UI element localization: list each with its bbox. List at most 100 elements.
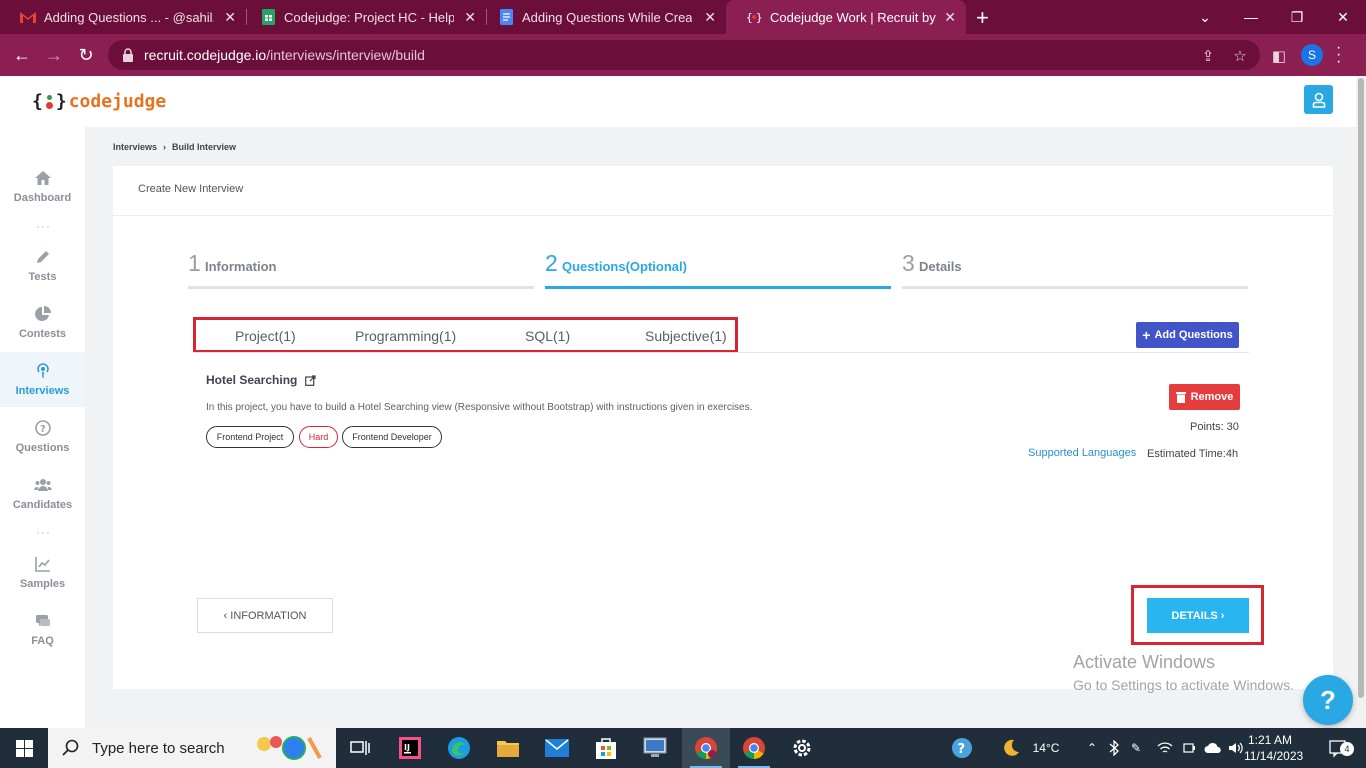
profile-avatar[interactable]: S xyxy=(1301,44,1323,66)
close-tab-icon[interactable]: ✕ xyxy=(224,9,236,26)
tag-frontend-developer: Frontend Developer xyxy=(342,426,442,448)
sidebar-item-tests[interactable]: Tests xyxy=(0,238,85,293)
restore-icon[interactable]: ❐ xyxy=(1274,0,1320,34)
pencil-icon xyxy=(36,251,49,263)
tab-project[interactable]: Project(1) xyxy=(235,328,296,344)
browser-tab-gmail[interactable]: Adding Questions ... - @sahil.sau ✕ xyxy=(0,0,246,34)
sidebar-item-questions[interactable]: ? Questions xyxy=(0,409,85,464)
onedrive-cloud-icon[interactable] xyxy=(1202,728,1224,768)
notifications-icon[interactable]: 4 xyxy=(1318,728,1358,768)
sidebar-item-dashboard[interactable]: Dashboard xyxy=(0,159,85,214)
share-icon[interactable]: ⇪ xyxy=(1199,47,1217,65)
windows-taskbar: Type here to search IJ ? 14°C ⌃ ✎ 1:21 A… xyxy=(0,728,1366,768)
wifi-icon[interactable] xyxy=(1155,728,1175,768)
codejudge-icon: {} xyxy=(746,9,762,25)
tag-frontend-project: Frontend Project xyxy=(206,426,294,448)
sidebar: Dashboard ··· Tests Contests Interviews … xyxy=(0,127,85,728)
trash-icon xyxy=(1175,392,1186,403)
browser-tab-codejudge[interactable]: {} Codejudge Work | Recruit by Re ✕ xyxy=(726,0,966,34)
remove-button[interactable]: Remove xyxy=(1169,384,1240,410)
home-icon xyxy=(34,171,51,185)
new-tab-icon[interactable]: + xyxy=(976,5,989,31)
scrollbar-thumb[interactable] xyxy=(1358,78,1364,698)
taskbar-clock[interactable]: 1:21 AM 11/14/2023 xyxy=(1244,732,1303,764)
weather-moon-icon[interactable] xyxy=(996,728,1026,768)
sidebar-separator: ··· xyxy=(36,525,51,539)
sidebar-item-candidates[interactable]: Candidates xyxy=(0,466,85,521)
pen-icon[interactable]: ✎ xyxy=(1128,728,1144,768)
close-tab-icon[interactable]: ✕ xyxy=(944,9,956,26)
supported-languages-link[interactable]: Supported Languages xyxy=(1028,447,1136,459)
battery-icon[interactable] xyxy=(1180,728,1198,768)
breadcrumb-separator: › xyxy=(163,142,167,152)
step-progress-bar xyxy=(188,286,534,289)
sidebar-item-faq[interactable]: FAQ xyxy=(0,602,85,657)
app-header: { } codejudge xyxy=(0,76,1356,127)
question-circle-icon: ? xyxy=(34,420,51,436)
more-menu-icon[interactable]: · · · xyxy=(1336,40,1341,70)
browser-tab-docs[interactable]: Adding Questions While Creatin ✕ xyxy=(478,0,726,34)
sidebar-item-samples[interactable]: Samples xyxy=(0,545,85,600)
side-panel-icon[interactable]: ◧ xyxy=(1270,47,1288,65)
minimize-icon[interactable]: — xyxy=(1228,0,1274,34)
sidebar-item-contests[interactable]: Contests xyxy=(0,295,85,350)
pie-chart-icon xyxy=(34,306,51,321)
file-explorer-icon[interactable] xyxy=(484,728,532,768)
close-tab-icon[interactable]: ✕ xyxy=(464,9,476,26)
add-questions-button[interactable]: + Add Questions xyxy=(1136,322,1239,348)
chrome-profile-icon[interactable] xyxy=(682,728,730,768)
remote-desktop-icon[interactable] xyxy=(631,728,679,768)
windows-start-button[interactable] xyxy=(0,728,48,768)
address-bar[interactable]: recruit.codejudge.io /interviews/intervi… xyxy=(108,40,1260,70)
intellij-icon[interactable]: IJ xyxy=(386,728,434,768)
browser-toolbar: ← → ↻ recruit.codejudge.io /interviews/i… xyxy=(0,34,1366,76)
chevron-up-icon[interactable]: ⌃ xyxy=(1084,728,1100,768)
step-information[interactable]: 1 Information xyxy=(188,250,534,290)
task-view-icon[interactable] xyxy=(336,728,384,768)
weather-temperature[interactable]: 14°C xyxy=(1028,728,1064,768)
taskbar-search[interactable]: Type here to search xyxy=(48,728,336,768)
tab-programming[interactable]: Programming(1) xyxy=(355,328,456,344)
step-details[interactable]: 3 Details xyxy=(902,250,1248,290)
bookmark-star-icon[interactable]: ☆ xyxy=(1231,47,1249,65)
step-questions[interactable]: 2 Questions(Optional) xyxy=(545,250,891,290)
tab-sql[interactable]: SQL(1) xyxy=(525,328,570,344)
tab-subjective[interactable]: Subjective(1) xyxy=(645,328,727,344)
mail-icon[interactable] xyxy=(533,728,581,768)
store-icon[interactable] xyxy=(582,728,630,768)
svg-text:}: } xyxy=(756,11,762,24)
url-path: /interviews/interview/build xyxy=(266,47,425,63)
breadcrumb-item-interviews[interactable]: Interviews xyxy=(113,142,157,152)
details-button-highlight: DETAILS › xyxy=(1131,585,1264,645)
browser-tab-sheets[interactable]: Codejudge: Project HC - Help ce ✕ xyxy=(240,0,486,34)
help-tray-icon[interactable]: ? xyxy=(948,728,976,768)
svg-text:?: ? xyxy=(40,424,46,435)
close-tab-icon[interactable]: ✕ xyxy=(704,9,716,26)
sidebar-separator: ··· xyxy=(36,219,51,233)
activate-windows-watermark: Activate Windows Go to Settings to activ… xyxy=(1073,652,1294,693)
page-scrollbar[interactable] xyxy=(1356,76,1366,728)
back-to-information-button[interactable]: ‹ INFORMATION xyxy=(197,598,333,633)
page-title: Create New Interview xyxy=(138,183,244,195)
volume-icon[interactable] xyxy=(1226,728,1246,768)
reload-icon[interactable]: ↻ xyxy=(74,43,98,67)
comments-icon xyxy=(35,615,50,626)
forward-icon[interactable]: → xyxy=(42,43,66,67)
docs-icon xyxy=(498,9,514,25)
next-details-button[interactable]: DETAILS › xyxy=(1147,598,1249,633)
bluetooth-icon[interactable] xyxy=(1106,728,1122,768)
sidebar-item-interviews[interactable]: Interviews xyxy=(0,352,85,407)
external-link-icon[interactable] xyxy=(305,374,316,386)
help-button[interactable]: ? xyxy=(1303,675,1353,725)
users-icon xyxy=(33,479,52,491)
settings-gear-icon[interactable] xyxy=(778,728,826,768)
codejudge-logo[interactable]: { } codejudge xyxy=(32,91,166,112)
user-icon xyxy=(1312,92,1325,108)
back-icon[interactable]: ← xyxy=(10,43,34,67)
close-window-icon[interactable]: ✕ xyxy=(1320,0,1366,34)
tab-search-icon[interactable]: ⌄ xyxy=(1182,0,1228,34)
question-title[interactable]: Hotel Searching xyxy=(206,373,316,387)
edge-icon[interactable] xyxy=(435,728,483,768)
user-account-button[interactable] xyxy=(1304,85,1333,114)
chrome-icon[interactable] xyxy=(730,728,778,768)
